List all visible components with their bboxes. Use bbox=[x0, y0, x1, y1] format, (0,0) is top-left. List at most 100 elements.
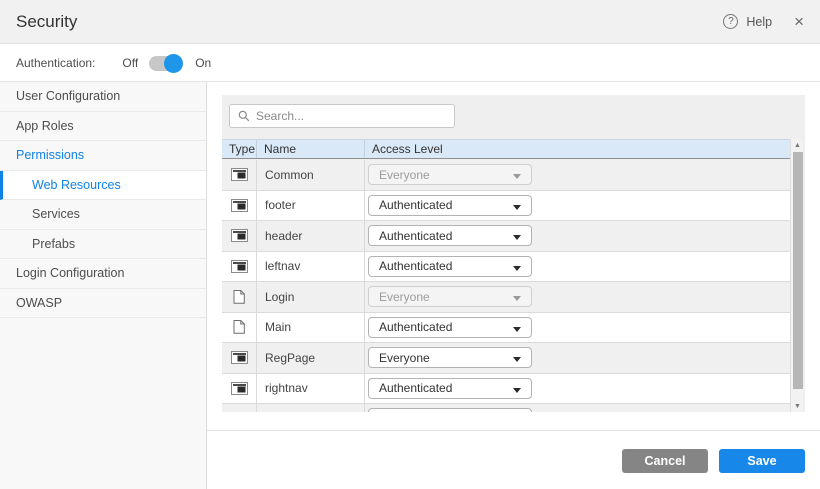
vertical-scrollbar[interactable]: ▲ ▼ bbox=[790, 139, 803, 412]
table-row: Login Everyone bbox=[222, 282, 790, 313]
column-header-type: Type bbox=[222, 140, 257, 158]
caret-down-icon bbox=[513, 205, 521, 210]
dialog-header: Security ? Help × bbox=[0, 0, 820, 44]
scrollbar-thumb[interactable] bbox=[793, 152, 803, 389]
sidebar-item-label: OWASP bbox=[16, 296, 62, 310]
web-resources-panel: Type Name Access Level Common Everyone f bbox=[222, 95, 805, 412]
authentication-label: Authentication: bbox=[16, 56, 95, 70]
caret-down-icon bbox=[513, 388, 521, 393]
type-cell bbox=[222, 160, 257, 190]
search-input[interactable] bbox=[256, 109, 446, 123]
access-level-value: Authenticated bbox=[379, 198, 452, 212]
type-cell bbox=[222, 313, 257, 343]
access-cell: Authenticated bbox=[365, 252, 790, 282]
access-level-value: Everyone bbox=[379, 290, 430, 304]
type-cell bbox=[222, 191, 257, 221]
sidebar-item-label: Permissions bbox=[16, 148, 84, 162]
name-cell: Common bbox=[257, 160, 365, 190]
access-level-select[interactable]: Authenticated bbox=[368, 195, 532, 216]
access-cell bbox=[365, 404, 790, 412]
table-row: rightnav Authenticated bbox=[222, 374, 790, 405]
toggle-on-label: On bbox=[195, 56, 211, 70]
partial-icon bbox=[231, 351, 248, 364]
access-level-select: Everyone bbox=[368, 164, 532, 185]
access-level-value: Authenticated bbox=[379, 381, 452, 395]
table-row: footer Authenticated bbox=[222, 191, 790, 222]
partial-icon bbox=[231, 168, 248, 181]
table-row: leftnav Authenticated bbox=[222, 252, 790, 283]
access-level-value: Everyone bbox=[379, 351, 430, 365]
name-cell: leftnav bbox=[257, 252, 365, 282]
name-cell: Login bbox=[257, 282, 365, 312]
sidebar-item-label: User Configuration bbox=[16, 89, 120, 103]
access-level-value: Authenticated bbox=[379, 229, 452, 243]
type-cell bbox=[222, 404, 257, 412]
access-level-select[interactable] bbox=[368, 408, 532, 412]
type-cell bbox=[222, 252, 257, 282]
footer-divider bbox=[207, 430, 820, 431]
partial-icon bbox=[231, 260, 248, 273]
partial-icon bbox=[231, 199, 248, 212]
help-link[interactable]: Help bbox=[746, 15, 772, 29]
caret-down-icon bbox=[513, 235, 521, 240]
page-title: Security bbox=[16, 12, 77, 32]
help-icon[interactable]: ? bbox=[723, 14, 738, 29]
type-cell bbox=[222, 221, 257, 251]
authentication-toggle[interactable] bbox=[149, 56, 181, 71]
access-level-select[interactable]: Authenticated bbox=[368, 317, 532, 338]
scroll-up-icon[interactable]: ▲ bbox=[791, 139, 804, 151]
sidebar-item-prefabs[interactable]: Prefabs bbox=[0, 230, 206, 260]
access-cell: Everyone bbox=[365, 343, 790, 373]
toggle-off-label: Off bbox=[122, 56, 138, 70]
caret-down-icon bbox=[513, 296, 521, 301]
sidebar-item-user-configuration[interactable]: User Configuration bbox=[0, 82, 206, 112]
table-row: Common Everyone bbox=[222, 160, 790, 191]
sidebar-item-label: Login Configuration bbox=[16, 266, 124, 280]
cancel-button[interactable]: Cancel bbox=[622, 449, 708, 473]
caret-down-icon bbox=[513, 327, 521, 332]
sidebar-item-app-roles[interactable]: App Roles bbox=[0, 112, 206, 142]
close-icon[interactable]: × bbox=[794, 13, 804, 30]
sidebar-item-label: Web Resources bbox=[32, 178, 121, 192]
sidebar-item-services[interactable]: Services bbox=[0, 200, 206, 230]
scroll-down-icon[interactable]: ▼ bbox=[791, 400, 804, 412]
access-cell: Authenticated bbox=[365, 374, 790, 404]
sidebar-item-owasp[interactable]: OWASP bbox=[0, 289, 206, 319]
access-level-select[interactable]: Authenticated bbox=[368, 256, 532, 277]
authentication-bar: Authentication: Off On bbox=[0, 45, 820, 82]
save-button[interactable]: Save bbox=[719, 449, 805, 473]
access-cell: Everyone bbox=[365, 160, 790, 190]
access-level-value: Authenticated bbox=[379, 259, 452, 273]
table-row: RegPage Everyone bbox=[222, 343, 790, 374]
toggle-knob bbox=[164, 54, 183, 73]
name-cell: header bbox=[257, 221, 365, 251]
sidebar-item-label: Prefabs bbox=[32, 237, 75, 251]
sidebar-item-label: Services bbox=[32, 207, 80, 221]
column-header-access-level: Access Level bbox=[365, 140, 790, 158]
sidebar-item-permissions[interactable]: Permissions bbox=[0, 141, 206, 171]
access-level-select[interactable]: Everyone bbox=[368, 347, 532, 368]
page-icon bbox=[233, 320, 245, 334]
sidebar-item-label: App Roles bbox=[16, 119, 74, 133]
name-cell: Main bbox=[257, 313, 365, 343]
caret-down-icon bbox=[513, 174, 521, 179]
type-cell bbox=[222, 282, 257, 312]
table-header: Type Name Access Level bbox=[222, 139, 790, 159]
table-row: Main Authenticated bbox=[222, 313, 790, 344]
table-row-partial bbox=[222, 404, 790, 412]
sidebar-nav: User Configuration App Roles Permissions… bbox=[0, 82, 207, 489]
sidebar-item-web-resources[interactable]: Web Resources bbox=[0, 171, 206, 201]
access-level-select: Everyone bbox=[368, 286, 532, 307]
type-cell bbox=[222, 374, 257, 404]
table-row: header Authenticated bbox=[222, 221, 790, 252]
access-level-select[interactable]: Authenticated bbox=[368, 225, 532, 246]
sidebar-item-login-configuration[interactable]: Login Configuration bbox=[0, 259, 206, 289]
name-cell bbox=[257, 404, 365, 412]
table-body: Common Everyone footer Authenticated bbox=[222, 160, 790, 412]
access-cell: Authenticated bbox=[365, 191, 790, 221]
partial-icon bbox=[231, 382, 248, 395]
page-icon bbox=[233, 290, 245, 304]
search-box[interactable] bbox=[229, 104, 455, 128]
access-level-select[interactable]: Authenticated bbox=[368, 378, 532, 399]
access-cell: Authenticated bbox=[365, 221, 790, 251]
